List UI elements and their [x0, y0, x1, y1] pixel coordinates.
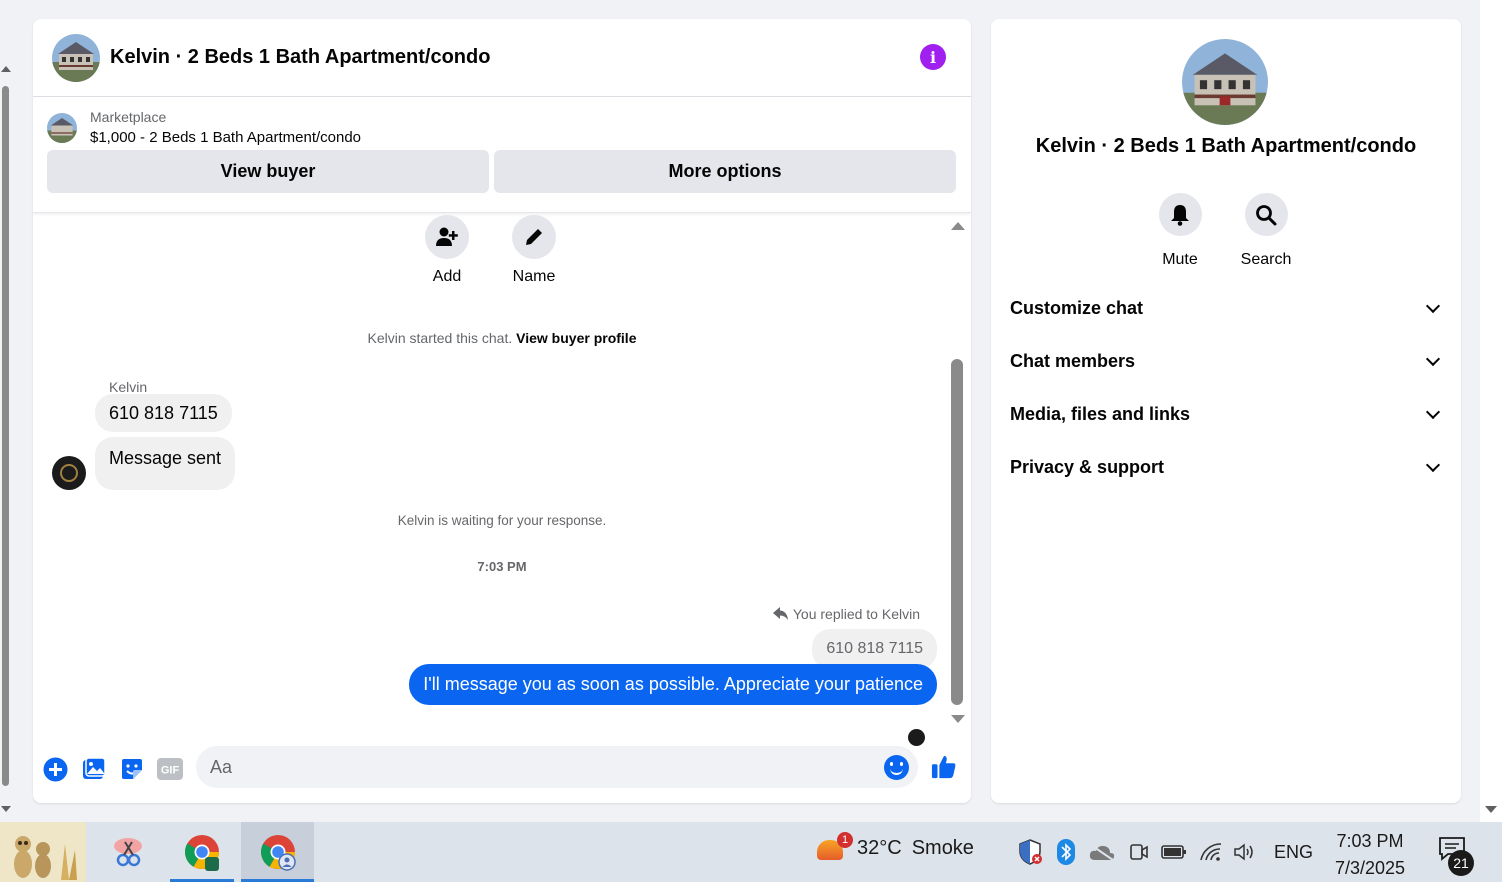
onedrive-icon[interactable] [1087, 822, 1117, 882]
page-scrollbar[interactable] [0, 60, 12, 820]
view-buyer-button[interactable]: View buyer [47, 150, 489, 193]
chat-info-panel: Kelvin · 2 Beds 1 Bath Apartment/condo M… [991, 19, 1461, 803]
section-customize-chat[interactable]: Customize chat [1010, 288, 1442, 328]
clock-date: 7/3/2025 [1334, 858, 1406, 878]
notifications-button[interactable]: 21 [1438, 836, 1478, 876]
notification-count: 21 [1448, 850, 1474, 876]
listing-avatar[interactable] [52, 33, 100, 82]
search-label: Search [1240, 251, 1292, 268]
scroll-thumb[interactable] [951, 359, 963, 705]
more-options-button[interactable]: More options [494, 150, 956, 193]
weather-sun-icon: 1 [815, 832, 853, 862]
composer: GIF [33, 743, 971, 793]
bell-icon[interactable] [1158, 193, 1202, 236]
scroll-down-arrow[interactable] [1, 806, 11, 812]
clock[interactable]: 7:03 PM 7/3/2025 [1330, 828, 1410, 882]
name-action[interactable]: Name [504, 215, 564, 286]
battery-icon[interactable] [1160, 822, 1188, 882]
listing-thumbnail[interactable] [47, 112, 77, 143]
scroll-up-arrow[interactable] [1, 66, 11, 72]
scroll-up-arrow[interactable] [951, 222, 965, 230]
outgoing-message[interactable]: I'll message you as soon as possible. Ap… [409, 664, 937, 705]
snipping-tool-icon[interactable] [100, 822, 156, 882]
mute-label: Mute [1162, 251, 1198, 268]
chrome-profile-icon[interactable] [241, 822, 314, 882]
message-input[interactable] [196, 746, 918, 788]
listing-title[interactable]: $1,000 - 2 Beds 1 Bath Apartment/condo [90, 129, 361, 146]
gif-icon[interactable]: GIF [157, 756, 183, 782]
marketplace-bar: Marketplace $1,000 - 2 Beds 1 Bath Apart… [33, 97, 971, 213]
chevron-down-icon [1425, 298, 1441, 313]
waiting-notice: Kelvin is waiting for your response. [397, 513, 607, 528]
pencil-icon[interactable] [512, 215, 556, 259]
mute-action[interactable]: Mute [1145, 193, 1215, 269]
scroll-thumb[interactable] [2, 86, 9, 786]
add-label: Add [432, 268, 462, 285]
incoming-message[interactable]: Message sent [95, 437, 236, 490]
plus-icon[interactable] [42, 756, 68, 782]
sticker-icon[interactable] [119, 756, 145, 782]
wifi-icon[interactable] [1198, 822, 1224, 882]
bluetooth-icon[interactable] [1054, 822, 1078, 882]
photo-icon[interactable] [81, 756, 107, 782]
chat-started-notice: Kelvin started this chat. View buyer pro… [367, 330, 637, 346]
search-icon[interactable] [1244, 193, 1288, 236]
weather-widget[interactable]: 1 32°C Smoke [815, 832, 974, 862]
message-thread: Add Name Kelvin started this chat. View … [33, 213, 971, 746]
volume-icon[interactable] [1232, 822, 1258, 882]
chrome-icon[interactable] [170, 822, 234, 882]
incoming-message[interactable]: 610 818 7115 [95, 394, 232, 432]
weather-condition: Smoke [911, 836, 974, 859]
chat-panel: Kelvin · 2 Beds 1 Bath Apartment/condo i… [33, 19, 971, 803]
chat-header: Kelvin · 2 Beds 1 Bath Apartment/condo i [33, 19, 971, 97]
sender-avatar[interactable] [52, 456, 86, 490]
weather-badge: 1 [837, 832, 853, 848]
shield-icon[interactable] [1016, 822, 1044, 882]
view-buyer-profile-link[interactable]: View buyer profile [516, 330, 636, 346]
marketplace-label: Marketplace [90, 109, 167, 125]
thumbs-up-icon[interactable] [931, 754, 957, 780]
chevron-down-icon [1425, 457, 1441, 472]
clock-time: 7:03 PM [1336, 831, 1404, 851]
scroll-down-arrow[interactable] [1485, 806, 1497, 813]
svg-text:GIF: GIF [161, 765, 180, 777]
reply-quote[interactable]: 610 818 7115 [812, 629, 937, 669]
info-title: Kelvin · 2 Beds 1 Bath Apartment/condo [1035, 135, 1417, 157]
section-chat-members[interactable]: Chat members [1010, 341, 1442, 381]
temperature: 32°C [857, 836, 902, 859]
chevron-down-icon [1425, 351, 1441, 366]
add-person-icon[interactable] [425, 215, 469, 259]
message-timestamp: 7:03 PM [477, 559, 527, 574]
listing-avatar-large[interactable] [1182, 39, 1268, 125]
reply-note: You replied to Kelvin [772, 606, 920, 622]
name-label: Name [512, 268, 556, 285]
meerkat-app-icon[interactable] [0, 822, 86, 882]
add-action[interactable]: Add [417, 215, 477, 286]
sender-name: Kelvin [109, 379, 148, 395]
section-media-files-links[interactable]: Media, files and links [1010, 394, 1442, 434]
info-icon[interactable]: i [920, 44, 946, 70]
camera-icon[interactable] [1128, 822, 1150, 882]
right-scroll-strip [1480, 0, 1502, 822]
chevron-down-icon [1425, 404, 1441, 419]
reply-arrow-icon [772, 607, 788, 620]
chat-title[interactable]: Kelvin · 2 Beds 1 Bath Apartment/condo [110, 46, 490, 69]
section-privacy-support[interactable]: Privacy & support [1010, 447, 1442, 487]
chat-scrollbar[interactable] [951, 219, 965, 731]
scroll-down-arrow[interactable] [951, 715, 965, 723]
language-indicator[interactable]: ENG [1274, 842, 1313, 863]
taskbar: 1 32°C Smoke ENG 7:03 PM 7/3/2025 21 [0, 822, 1502, 882]
emoji-icon[interactable] [884, 755, 909, 780]
search-action[interactable]: Search [1231, 193, 1301, 269]
